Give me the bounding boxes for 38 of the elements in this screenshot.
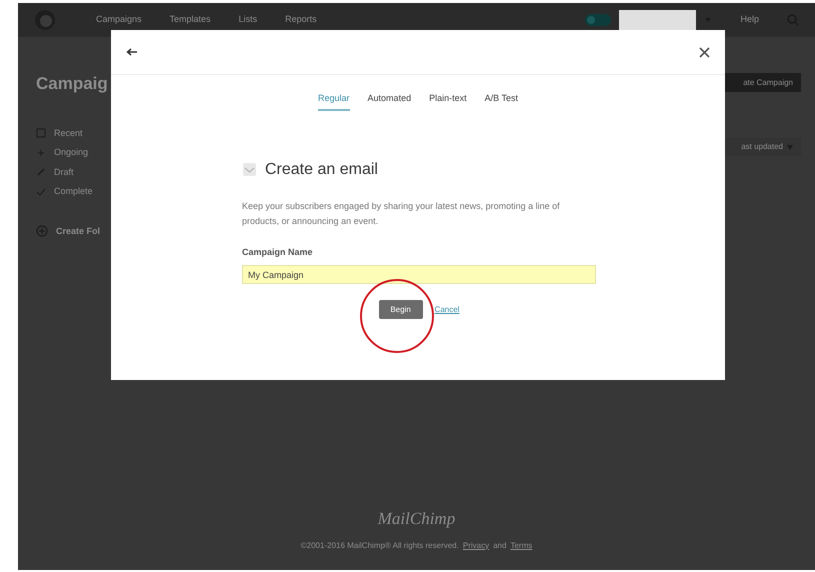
field-label: Campaign Name [242, 246, 314, 259]
close-icon[interactable] [699, 46, 710, 58]
nav-link[interactable]: Lists [238, 13, 258, 27]
page-title: Campaig [36, 73, 109, 95]
copyright-text: ©2001-2016 MailChimp® All rights reserved. [300, 540, 459, 552]
sort-dropdown[interactable]: ast updated [725, 138, 801, 156]
privacy-link[interactable]: Privacy [462, 540, 490, 552]
filter-link[interactable]: Recent [54, 126, 83, 140]
footer-logo: MailChimp [378, 508, 456, 530]
and-text: and [493, 540, 506, 552]
dialog-heading: Create an email [265, 160, 378, 180]
filter-link[interactable]: Draft [54, 166, 74, 179]
tab[interactable]: A/B Test [484, 92, 518, 110]
tab[interactable]: Regular [318, 92, 350, 110]
description-text: Keep your subscribers engaged by sharing your latest news, promoting a line of products, or announcing an event. [242, 200, 561, 228]
filter-link[interactable]: Ongoing [54, 146, 88, 160]
square-icon [36, 128, 46, 138]
campaign-name-field[interactable]: My Campaign [242, 265, 596, 284]
tab[interactable]: Plain-text [429, 92, 467, 110]
create-campaign-button[interactable]: ate Campaign [725, 73, 801, 92]
nav-link[interactable]: Templates [170, 13, 211, 27]
filter-link[interactable]: Complete [54, 185, 93, 198]
tab[interactable]: Automated [368, 92, 412, 110]
plus-circle-icon [36, 225, 48, 238]
help-link[interactable]: Help [740, 13, 759, 27]
begin-button[interactable]: Begin [378, 300, 423, 319]
account-name-box[interactable] [619, 10, 696, 30]
pencil-icon [36, 167, 46, 178]
logo-icon[interactable] [34, 9, 56, 31]
nav-link[interactable]: Reports [285, 13, 317, 27]
nav-link[interactable]: Campaigns [96, 13, 142, 27]
checkmark-icon [36, 186, 46, 197]
terms-link[interactable]: Terms [510, 540, 532, 552]
back-arrow-icon[interactable] [126, 48, 138, 56]
plus-icon [36, 148, 46, 158]
toggle-icon[interactable] [585, 14, 612, 26]
create-folder-link[interactable]: Create Fol [56, 224, 100, 238]
cancel-link[interactable]: Cancel [434, 304, 460, 316]
